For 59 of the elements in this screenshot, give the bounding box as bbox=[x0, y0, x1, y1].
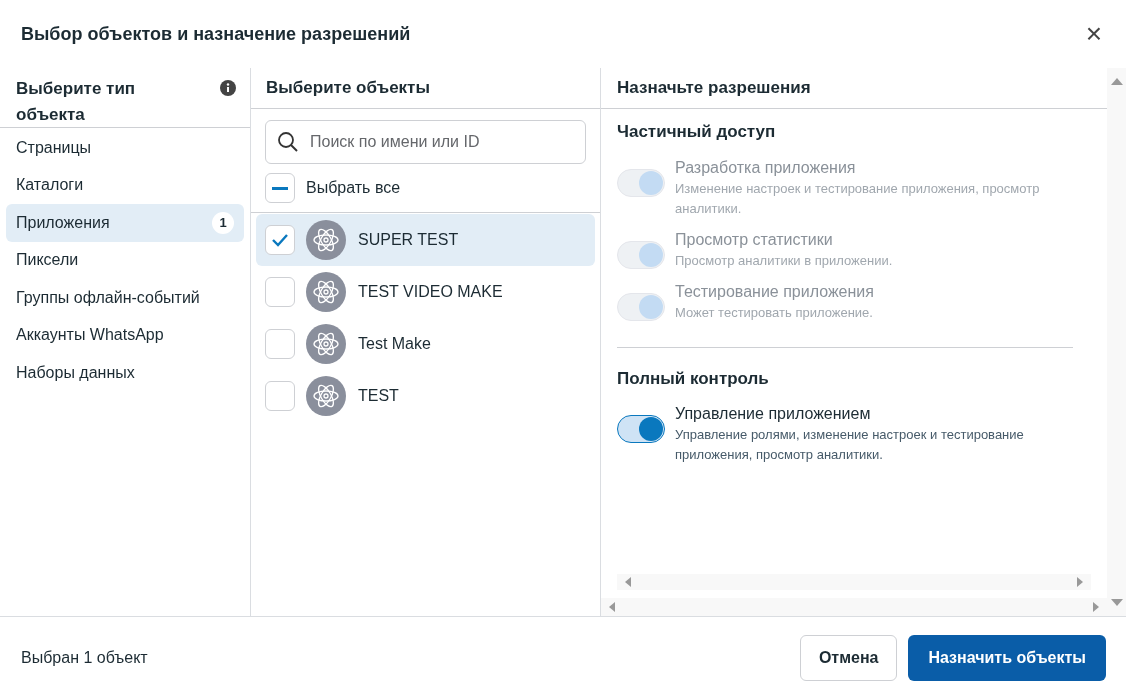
permission-title: Управление приложением bbox=[675, 404, 872, 424]
search-field[interactable]: Поиск по имени или ID bbox=[265, 120, 586, 164]
vertical-scrollbar[interactable] bbox=[1107, 68, 1126, 616]
object-type-item[interactable]: Наборы данных bbox=[6, 354, 244, 392]
down-arrow-icon bbox=[1110, 599, 1123, 606]
object-row[interactable]: Test Make bbox=[256, 318, 595, 370]
horizontal-scrollbar[interactable] bbox=[617, 574, 1091, 590]
checkmark-icon bbox=[271, 233, 289, 247]
object-row[interactable]: TEST VIDEO MAKE bbox=[256, 266, 595, 318]
info-icon bbox=[220, 80, 236, 96]
toggle-switch[interactable] bbox=[617, 415, 665, 443]
object-name: SUPER TEST bbox=[358, 230, 459, 250]
object-name: TEST VIDEO MAKE bbox=[358, 282, 503, 302]
permission-description: Управление ролями, изменение настроек и тестирование приложения, просмотр аналитики. bbox=[675, 426, 1025, 464]
group-heading: Полный контроль bbox=[617, 367, 770, 390]
right-arrow-icon bbox=[1093, 602, 1099, 612]
count-badge: 1 bbox=[212, 211, 234, 234]
object-type-item[interactable]: Группы офлайн-событий bbox=[6, 279, 244, 317]
cancel-button[interactable]: Отмена bbox=[799, 634, 898, 681]
object-type-item[interactable]: Страницы bbox=[6, 129, 244, 167]
dialog-title: Выбор объектов и назначение разрешений bbox=[21, 22, 411, 46]
app-icon bbox=[306, 376, 346, 416]
up-arrow-icon bbox=[1110, 78, 1123, 85]
permission-description: Может тестировать приложение. bbox=[675, 303, 874, 322]
object-name: TEST bbox=[358, 386, 399, 406]
left-arrow-icon bbox=[625, 577, 631, 587]
column-heading: Выберите объекты bbox=[266, 77, 430, 100]
permission-title: Просмотр статистики bbox=[675, 229, 834, 250]
left-arrow-icon bbox=[609, 602, 615, 612]
app-icon bbox=[306, 324, 346, 364]
group-heading: Частичный доступ bbox=[617, 121, 777, 143]
right-arrow-icon bbox=[1077, 577, 1083, 587]
object-row[interactable]: SUPER TEST bbox=[256, 214, 595, 266]
app-icon bbox=[306, 220, 346, 260]
select-all-checkbox[interactable] bbox=[265, 173, 295, 203]
object-type-item[interactable]: Пиксели bbox=[6, 241, 244, 279]
close-button[interactable]: × bbox=[1085, 20, 1102, 48]
minus-icon bbox=[272, 186, 288, 190]
object-type-item[interactable]: Аккаунты WhatsApp bbox=[6, 316, 244, 354]
checkbox[interactable] bbox=[265, 225, 295, 255]
assign-objects-button[interactable]: Назначить объекты bbox=[908, 634, 1106, 681]
search-icon bbox=[277, 131, 299, 153]
permission-description: Изменение настроек и тестирование приложения, просмотр аналитики. bbox=[675, 179, 1041, 218]
horizontal-scrollbar[interactable] bbox=[601, 598, 1107, 616]
selection-status: Выбран 1 объект bbox=[21, 647, 148, 668]
object-row[interactable]: TEST bbox=[256, 370, 595, 422]
column-heading: Назначьте разрешения bbox=[617, 77, 811, 100]
object-name: Test Make bbox=[358, 334, 431, 354]
object-type-item[interactable]: Приложения 1 bbox=[6, 204, 244, 242]
checkbox[interactable] bbox=[265, 329, 295, 359]
app-icon bbox=[306, 272, 346, 312]
select-all-label: Выбрать все bbox=[306, 178, 401, 198]
object-type-item[interactable]: Каталоги bbox=[6, 166, 244, 204]
column-heading: Выберите тип объекта bbox=[16, 78, 137, 126]
permission-title: Тестирование приложения bbox=[675, 281, 874, 302]
permission-title: Разработка приложения bbox=[675, 157, 857, 178]
checkbox[interactable] bbox=[265, 277, 295, 307]
checkbox[interactable] bbox=[265, 381, 295, 411]
permission-description: Просмотр аналитики в приложении. bbox=[675, 251, 893, 270]
